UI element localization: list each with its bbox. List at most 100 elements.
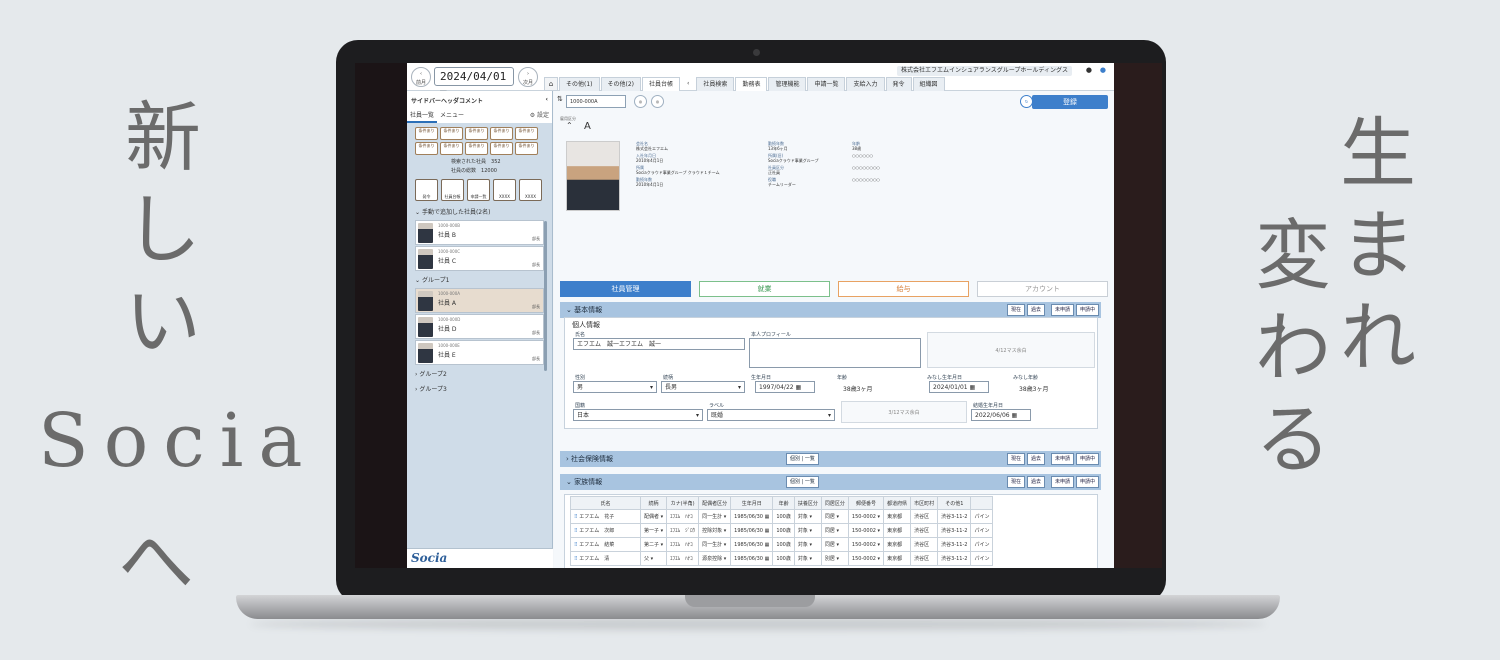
list-item[interactable]: 1000-000E 社員 E 部長 (415, 340, 544, 365)
list-item[interactable]: 1000-000D 社員 D 部長 (415, 314, 544, 339)
table-cell[interactable]: 父 ▾ (639, 551, 668, 566)
table-cell[interactable]: 渋谷3-11-2 (937, 537, 972, 552)
section-basic-info[interactable]: ⌄ 基本情報 現在 過去 未申請 申請中 (560, 302, 1101, 318)
sidebar-scrollbar[interactable] (544, 221, 547, 371)
table-row[interactable]: ⠿ エフエム 次郎 第一子 ▾ ｴﾌｴﾑ ｼﾞﾛｳ 控除対象 ▾ 1985/06/30 … (570, 523, 994, 538)
table-cell[interactable]: 第一子 ▾ (639, 523, 668, 538)
condition-button[interactable]: 条件あり (490, 142, 513, 155)
chevron-down-icon[interactable]: ▾ (808, 542, 812, 548)
table-cell[interactable]: 150-0002 ▾ (847, 523, 885, 538)
past-button[interactable]: 過去 (1026, 304, 1045, 316)
condition-button[interactable]: 条件あり (415, 142, 438, 155)
chevron-down-icon[interactable]: ▾ (876, 528, 881, 534)
employee-search-input[interactable]: 1000-000A⌕ (566, 95, 639, 108)
table-cell[interactable]: 100歳 (772, 537, 795, 552)
tab-menu[interactable]: メニュー (437, 109, 467, 123)
current-button[interactable]: 現在 (1006, 453, 1025, 465)
tab-employee-management[interactable]: 社員管理 (560, 281, 691, 297)
table-cell[interactable]: 同居 ▾ (820, 537, 849, 552)
condition-button[interactable]: 条件あり (490, 127, 513, 140)
table-cell[interactable]: 対象 ▾ (793, 523, 822, 538)
register-button[interactable]: 登録 (1032, 95, 1108, 109)
table-cell[interactable]: 同居 ▾ (820, 509, 849, 524)
applying-button[interactable]: 申請中 (1075, 453, 1099, 465)
table-cell[interactable]: 100歳 (772, 551, 795, 566)
tab-salary[interactable]: 給与 (838, 281, 969, 297)
search-option-button[interactable]: ◎ (634, 95, 647, 108)
chevron-left-icon[interactable]: ‹ (681, 77, 695, 91)
table-cell[interactable]: ｴﾌｴﾑ ｼﾞﾛｳ (666, 523, 700, 538)
table-cell[interactable]: 対象 ▾ (793, 509, 822, 524)
table-cell[interactable]: 源泉控除 ▾ (698, 551, 732, 566)
table-cell[interactable]: ⠿ エフエム 次郎 (570, 523, 641, 538)
group-added[interactable]: ⌄ 手動で追加した社員(2名) (407, 204, 552, 219)
tab-payment-input[interactable]: 支給入力 (846, 77, 885, 91)
table-cell[interactable]: パイン (970, 509, 994, 524)
table-cell[interactable]: ｴﾌｴﾑ ﾊﾅｺ (666, 509, 700, 524)
condition-button[interactable]: 条件あり (515, 142, 538, 155)
list-item[interactable]: 1000-000A 社員 A 部長 (415, 288, 544, 313)
chevron-down-icon[interactable]: ▾ (722, 528, 727, 534)
table-cell[interactable]: 控除対象 ▾ (698, 523, 732, 538)
table-cell[interactable]: 渋谷3-11-2 (937, 509, 972, 524)
date-input[interactable]: 2024/04/01 ▦ (434, 67, 514, 100)
list-item[interactable]: 1000-000C 社員 C 部長 (415, 246, 544, 271)
condition-button[interactable]: 条件あり (440, 142, 463, 155)
table-cell[interactable]: 同一生計 ▾ (698, 509, 732, 524)
section-social-insurance[interactable]: › 社会保険情報 個別 | 一覧 現在 過去 未申請 申請中 (560, 451, 1101, 467)
profile-textarea[interactable] (749, 338, 921, 368)
birth-date-input[interactable]: 1997/04/22 ▦ (755, 381, 815, 393)
chevron-down-icon[interactable]: ▾ (808, 556, 812, 562)
deemed-birth-input[interactable]: 2024/01/01 ▦ (929, 381, 989, 393)
table-cell[interactable]: 同一生計 ▾ (698, 537, 732, 552)
placeholder-button[interactable]: XXXX (493, 179, 516, 201)
past-button[interactable]: 過去 (1026, 453, 1045, 465)
condition-button[interactable]: 条件あり (465, 127, 488, 140)
tab-admin[interactable]: 管理機能 (768, 77, 807, 91)
table-cell[interactable]: ⠿ エフエム 結菜 (570, 537, 641, 552)
condition-button[interactable]: 条件あり (440, 127, 463, 140)
table-cell[interactable]: 100歳 (772, 523, 795, 538)
table-cell[interactable]: 同居 ▾ (820, 523, 849, 538)
tab-account[interactable]: アカウント (977, 281, 1108, 297)
table-cell[interactable]: パイン (970, 551, 994, 566)
table-cell[interactable]: 渋谷区 (910, 537, 939, 552)
condition-button[interactable]: 条件あり (515, 127, 538, 140)
table-cell[interactable]: パイン (970, 523, 994, 538)
chevron-down-icon[interactable]: ▾ (659, 528, 664, 534)
tab-employee-list[interactable]: 社員一覧 (407, 109, 438, 123)
table-cell[interactable]: 1985/06/30 ▦ (730, 551, 774, 566)
chevron-down-icon[interactable]: ▾ (876, 542, 881, 548)
table-cell[interactable]: 東京都 (883, 537, 912, 552)
group-3[interactable]: › グループ3 (407, 381, 552, 396)
chevron-down-icon[interactable]: ▾ (808, 514, 812, 520)
table-row[interactable]: ⠿ エフエム 清父 ▾ ｴﾌｴﾑ ﾊﾅｺ 源泉控除 ▾ 1985/06/30 ▦ 100… (570, 551, 994, 566)
table-cell[interactable]: 150-0002 ▾ (847, 537, 885, 552)
table-cell[interactable]: 別居 ▾ (820, 551, 849, 566)
table-cell[interactable]: 渋谷区 (910, 509, 939, 524)
chevron-down-icon[interactable]: ▾ (659, 542, 664, 548)
chevron-down-icon[interactable]: ▾ (876, 514, 881, 520)
chevron-down-icon[interactable]: ▾ (722, 542, 727, 548)
table-cell[interactable]: 第二子 ▾ (639, 537, 668, 552)
settings-icon[interactable]: ● (1100, 66, 1106, 74)
prev-month-button[interactable]: ‹ 前月 (411, 67, 431, 87)
tab-other2[interactable]: その他(2) (600, 77, 641, 91)
table-cell[interactable]: 渋谷3-11-2 (937, 551, 972, 566)
table-cell[interactable]: 1985/06/30 ▦ (730, 509, 774, 524)
calendar-icon[interactable]: ▦ (763, 556, 770, 562)
table-cell[interactable]: 150-0002 ▾ (847, 551, 885, 566)
tab-work[interactable]: 就業 (699, 281, 830, 297)
tab-employee-search[interactable]: 社員検索 (696, 77, 735, 91)
collapse-icon[interactable]: ‹ (546, 96, 548, 103)
sort-icon[interactable]: ⇅ (557, 95, 563, 103)
chevron-down-icon[interactable]: ▾ (835, 514, 839, 520)
gender-select[interactable]: 男 ▾ (573, 381, 657, 393)
table-cell[interactable]: ｴﾌｴﾑ ﾊﾅｺ (666, 537, 700, 552)
table-cell[interactable]: 東京都 (883, 551, 912, 566)
condition-button[interactable]: 条件あり (415, 127, 438, 140)
individual-list-toggle[interactable]: 個別 | 一覧 (786, 476, 819, 488)
name-field[interactable]: エフエム 誠一エフエム 誠一 (573, 338, 745, 350)
table-cell[interactable]: 渋谷区 (910, 551, 939, 566)
sidebar-settings[interactable]: ⚙ 設定 (527, 109, 552, 123)
